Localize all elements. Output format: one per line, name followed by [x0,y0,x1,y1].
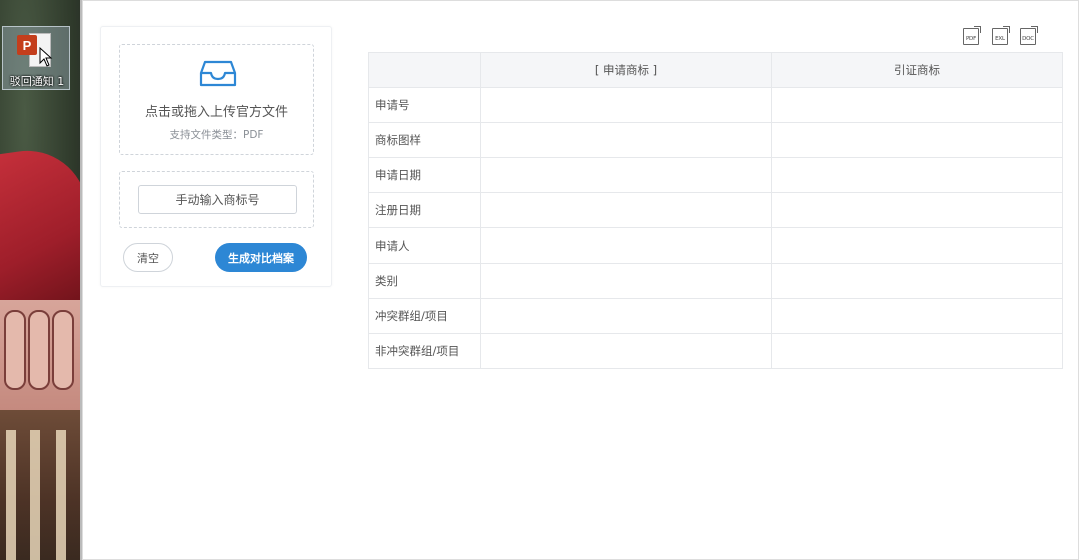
powerpoint-file-icon: P [17,31,53,69]
upload-file-type-hint: 支持文件类型：PDF [169,129,264,141]
wallpaper-shape [56,430,66,560]
applied-cell [480,122,772,159]
desktop-file-label: 驳回通知 1 [9,75,65,88]
applied-cell [480,87,772,124]
table-row: 申请日期 [368,157,1063,194]
desktop-file-icon[interactable]: P 驳回通知 1 [2,26,70,90]
desktop-wallpaper: P 驳回通知 1 [0,0,82,560]
powerpoint-badge-icon: P [17,35,37,55]
applied-cell [480,227,772,264]
file-upload-dropzone[interactable]: 点击或拖入上传官方文件 支持文件类型：PDF [119,44,314,155]
export-pdf-icon[interactable]: PDF [963,26,981,45]
wallpaper-shape [0,143,82,317]
applied-cell [480,262,772,299]
wallpaper-shape [6,430,16,560]
table-row: 申请人 [368,227,1063,264]
comparison-table: [ 申请商标 ] 引证商标 申请号 商标图样 申请日期 注册日期 申请人 类别 … [368,51,1063,369]
cited-cell [771,157,1063,194]
cited-cell [771,227,1063,264]
table-row: 注册日期 [368,192,1063,229]
row-label: 申请号 [368,87,481,124]
cited-cell [771,87,1063,124]
header-blank [368,51,481,89]
table-row: 非冲突群组/项目 [368,332,1063,369]
row-label: 申请人 [368,227,481,264]
row-label: 非冲突群组/项目 [368,332,481,369]
clear-button[interactable]: 清空 [123,243,173,272]
row-label: 商标图样 [368,122,481,159]
row-label: 类别 [368,262,481,299]
cited-cell [771,332,1063,369]
mouse-cursor-icon [39,47,53,67]
generate-comparison-button[interactable]: 生成对比档案 [215,243,307,272]
cited-cell [771,262,1063,299]
header-applied-trademark: [ 申请商标 ] [480,51,772,89]
wallpaper-shape [4,310,26,390]
row-label: 注册日期 [368,192,481,229]
applied-cell [480,157,772,194]
inbox-upload-icon [199,60,237,87]
wallpaper-shape [28,310,50,390]
row-label: 申请日期 [368,157,481,194]
table-header-row: [ 申请商标 ] 引证商标 [368,51,1063,89]
table-row: 冲突群组/项目 [368,297,1063,334]
applied-cell [480,192,772,229]
table-row: 商标图样 [368,122,1063,159]
export-excel-icon[interactable]: EXL [992,26,1010,45]
table-row: 申请号 [368,87,1063,124]
manual-input-zone: 手动输入商标号 [119,171,314,228]
manual-input-trademark-button[interactable]: 手动输入商标号 [138,185,297,214]
applied-cell [480,332,772,369]
applied-cell [480,297,772,334]
table-row: 类别 [368,262,1063,299]
header-cited-trademark: 引证商标 [771,51,1063,89]
export-doc-icon[interactable]: DOC [1020,26,1038,45]
input-panel: 点击或拖入上传官方文件 支持文件类型：PDF 手动输入商标号 清空 生成对比档案 [100,26,332,287]
wallpaper-shape [52,310,74,390]
upload-title: 点击或拖入上传官方文件 [144,105,288,120]
cited-cell [771,192,1063,229]
app-window: 点击或拖入上传官方文件 支持文件类型：PDF 手动输入商标号 清空 生成对比档案… [82,0,1079,560]
row-label: 冲突群组/项目 [368,297,481,334]
cited-cell [771,297,1063,334]
cited-cell [771,122,1063,159]
wallpaper-shape [30,430,40,560]
